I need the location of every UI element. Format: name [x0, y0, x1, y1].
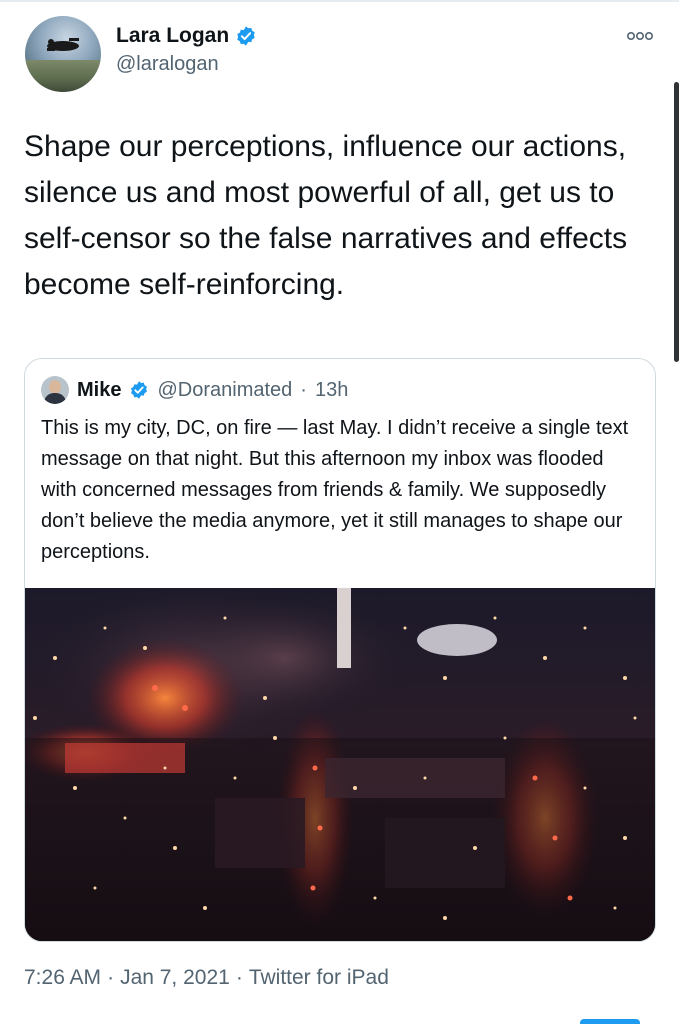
scrollbar[interactable]: [674, 82, 679, 362]
more-options-icon[interactable]: [626, 30, 654, 42]
tweet-text: Shape our perceptions, influence our act…: [24, 130, 628, 301]
avatar-ground: [25, 60, 101, 92]
avatar-suit: [44, 393, 66, 404]
quoted-author-name: Mike: [77, 378, 122, 401]
verified-badge-icon: [237, 26, 255, 46]
aerial-night-photo-dc-fires: [25, 588, 655, 941]
meta-separator-2: ·: [235, 966, 243, 989]
quoted-tweet-image[interactable]: [25, 588, 655, 941]
quoted-tweet-card[interactable]: Mike @Doranimated · 13h This is my city,…: [24, 358, 656, 942]
tweet: Lara Logan @laralogan Shape our percepti…: [24, 14, 656, 308]
top-divider: [0, 0, 679, 2]
quoted-author-handle: @Doranimated: [157, 378, 293, 401]
tweet-time[interactable]: 7:26 AM: [24, 966, 101, 990]
tweet-author-row: Lara Logan @laralogan: [24, 14, 656, 96]
tweet-meta-row: 7:26 AM · Jan 7, 2021 · Twitter for iPad: [24, 966, 389, 990]
verified-badge-icon: [131, 381, 148, 399]
author-display-name[interactable]: Lara Logan: [116, 24, 229, 48]
quoted-author-avatar: [41, 376, 69, 404]
quoted-tweet-header: Mike @Doranimated · 13h: [41, 375, 348, 405]
author-handle[interactable]: @laralogan: [116, 53, 257, 76]
quoted-timestamp: 13h: [314, 378, 349, 401]
tweet-date[interactable]: Jan 7, 2021: [120, 966, 230, 990]
bottom-accent: [580, 1019, 640, 1024]
skydiver-icon: [47, 38, 79, 51]
meta-separator: ·: [107, 966, 115, 989]
author-names: Lara Logan @laralogan: [116, 24, 257, 76]
header-separator: ·: [300, 378, 307, 401]
quoted-tweet-text: This is my city, DC, on fire — last May.…: [41, 417, 629, 563]
avatar-face: [49, 380, 61, 394]
tweet-source[interactable]: Twitter for iPad: [249, 966, 389, 990]
author-avatar[interactable]: [25, 16, 101, 92]
display-name-line: Lara Logan: [116, 24, 257, 48]
